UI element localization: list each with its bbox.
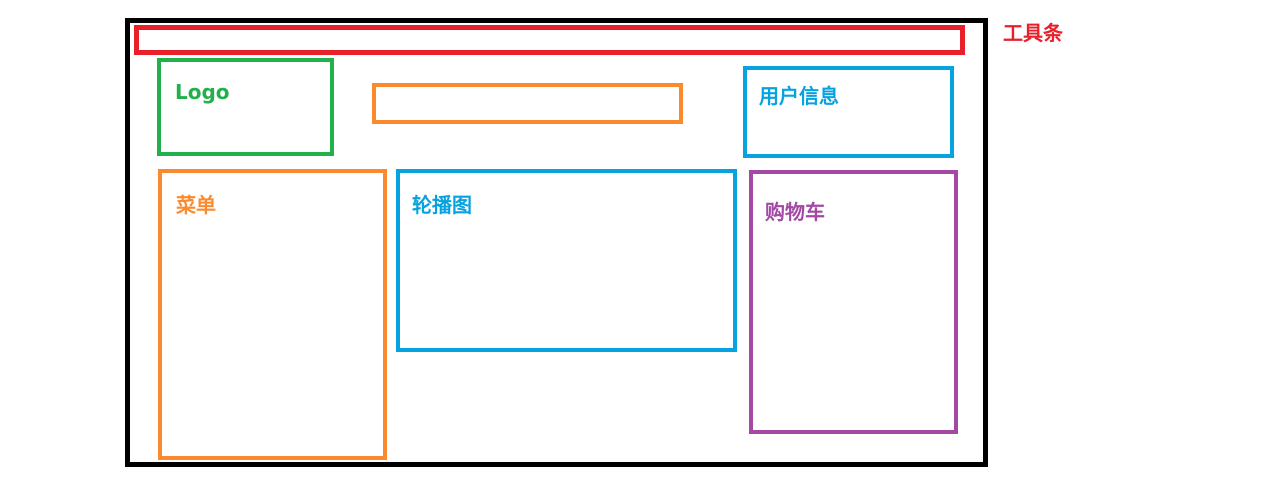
toolbar-box xyxy=(134,25,965,55)
logo-label: Logo xyxy=(175,80,230,104)
carousel-label: 轮播图 xyxy=(412,193,472,217)
toolbar-label: 工具条 xyxy=(1003,21,1063,45)
cart-label: 购物车 xyxy=(765,200,825,224)
search-box xyxy=(372,83,683,124)
menu-box: 菜单 xyxy=(158,169,387,460)
logo-box: Logo xyxy=(157,58,334,156)
menu-label: 菜单 xyxy=(176,193,216,217)
carousel-box: 轮播图 xyxy=(396,169,737,352)
user-info-label: 用户信息 xyxy=(759,84,839,108)
user-info-box: 用户信息 xyxy=(743,66,954,158)
cart-box: 购物车 xyxy=(749,170,958,434)
